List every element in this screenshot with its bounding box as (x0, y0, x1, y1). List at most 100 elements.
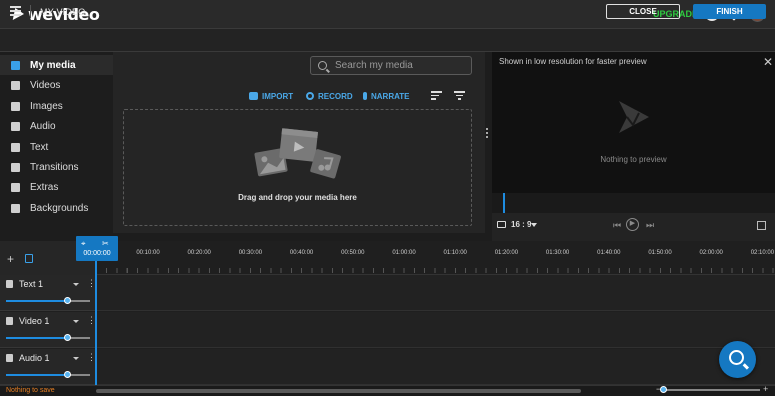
sidebar-item-transitions[interactable]: Transitions (0, 157, 113, 177)
timeline-tick-label: 01:30:00 (545, 250, 570, 256)
transitions-icon (11, 162, 20, 172)
track-lane[interactable] (96, 349, 775, 385)
project-title[interactable]: MY VIDEO (40, 7, 85, 17)
record-icon (306, 92, 314, 100)
sidebar-item-label: Backgrounds (30, 202, 89, 214)
sidebar-item-backgrounds[interactable]: Backgrounds (0, 198, 113, 218)
zoom-in-icon[interactable]: + (763, 384, 768, 394)
sidebar-item-text[interactable]: Text (0, 137, 113, 157)
volume-slider-rest (68, 337, 90, 339)
track-header[interactable]: Text 1 ⋮ (0, 275, 96, 311)
text-track-icon (6, 280, 13, 288)
volume-slider[interactable] (6, 374, 68, 376)
folder-icon (11, 60, 20, 70)
finish-button[interactable]: FINISH (693, 4, 766, 19)
search-icon (729, 350, 744, 365)
search-box[interactable] (310, 56, 472, 75)
timeline-tick-label: 01:50:00 (648, 250, 672, 256)
preview-empty-text: Nothing to preview (600, 155, 667, 164)
volume-knob[interactable] (64, 334, 71, 341)
timeline-tick-label: 00:50:00 (341, 250, 365, 256)
narrate-label: NARRATE (371, 91, 410, 101)
panel-resize-handle[interactable] (486, 128, 489, 138)
aspect-ratio-icon[interactable] (497, 221, 506, 228)
image-icon (11, 101, 20, 111)
track-name[interactable]: Audio 1 (19, 353, 50, 363)
aspect-ratio-select[interactable]: 16 : 9 (511, 220, 531, 229)
volume-slider[interactable] (6, 300, 68, 302)
microphone-icon (363, 92, 367, 100)
sidebar-item-label: Images (30, 100, 63, 112)
help-search-button[interactable] (719, 341, 756, 378)
sidebar-item-audio[interactable]: Audio (0, 116, 113, 136)
timeline-tick-label: 00:30:00 (238, 250, 263, 256)
volume-slider-rest (68, 300, 90, 302)
preview-note: Shown in low resolution for faster previ… (499, 57, 647, 66)
copy-icon[interactable] (25, 254, 33, 263)
timeline-tick-label: 00:10:00 (136, 250, 160, 256)
close-button[interactable]: CLOSE (606, 4, 680, 19)
skip-back-icon[interactable]: ⏮ (612, 220, 622, 230)
cloud-upload-icon (249, 92, 258, 100)
skip-forward-icon[interactable]: ⏭ (645, 220, 655, 230)
sidebar-item-videos[interactable]: Videos (0, 75, 113, 95)
timeline-tick-label: 00:40:00 (289, 250, 314, 256)
dropzone-text: Drag and drop your media here (238, 193, 357, 202)
hamburger-menu-icon[interactable] (10, 6, 21, 16)
sidebar-item-label: My media (30, 59, 76, 71)
sidebar-item-label: Transitions (30, 161, 79, 173)
record-button[interactable]: RECORD (306, 90, 353, 102)
scissors-icon[interactable]: ✂ (102, 239, 109, 248)
import-label: IMPORT (262, 91, 294, 101)
add-track-icon[interactable]: + (7, 252, 14, 266)
record-label: RECORD (318, 91, 353, 101)
volume-slider[interactable] (6, 337, 68, 339)
chevron-down-icon[interactable] (531, 223, 537, 227)
volume-knob[interactable] (64, 371, 71, 378)
volume-knob[interactable] (64, 297, 71, 304)
sidebar-item-extras[interactable]: Extras (0, 177, 113, 197)
volume-slider-rest (68, 374, 90, 376)
preview-playhead[interactable] (503, 193, 505, 213)
chevron-down-icon[interactable] (73, 283, 79, 286)
zoom-slider[interactable] (664, 389, 760, 391)
sort-icon[interactable] (431, 91, 442, 100)
narrate-button[interactable]: NARRATE (363, 90, 410, 102)
sidebar-item-my-media[interactable]: My media (0, 55, 113, 75)
horizontal-scrollbar[interactable] (96, 389, 581, 393)
timeline-tick-label: 01:20:00 (494, 250, 519, 256)
track-name[interactable]: Text 1 (19, 279, 43, 289)
media-stack-icon (254, 128, 341, 179)
close-icon[interactable]: ✕ (763, 55, 773, 69)
fullscreen-icon[interactable] (757, 221, 766, 230)
filter-icon[interactable] (454, 91, 465, 100)
zoom-slider-knob[interactable] (660, 386, 667, 393)
sidebar-item-images[interactable]: Images (0, 96, 113, 116)
divider (30, 5, 31, 18)
search-input[interactable] (335, 60, 465, 71)
video-icon (11, 80, 20, 90)
timeline-tick-label: 01:00:00 (392, 250, 416, 256)
track-header[interactable]: Audio 1 ⋮ (0, 349, 96, 385)
pin-icon[interactable]: ⌖ (81, 239, 86, 249)
smiley-icon (11, 182, 20, 192)
sidebar-item-label: Extras (30, 181, 59, 193)
chevron-down-icon[interactable] (73, 357, 79, 360)
timeline-tick-label: 02:00:00 (699, 250, 723, 256)
sidebar-item-label: Videos (30, 79, 61, 91)
sidebar-item-label: Audio (30, 120, 56, 132)
track-header[interactable]: Video 1 ⋮ (0, 312, 96, 348)
track-name[interactable]: Video 1 (19, 316, 49, 326)
ruler-ticks (96, 268, 775, 273)
project-bar (0, 29, 775, 52)
media-sidebar: My media Videos Images Audio Text Transitions… (0, 55, 113, 233)
track-lane[interactable] (96, 275, 775, 311)
chevron-down-icon[interactable] (73, 320, 79, 323)
playhead-line[interactable] (95, 261, 97, 385)
timeline-tick-label: 02:10:00 (750, 250, 775, 256)
play-icon[interactable]: ▶ (626, 218, 639, 231)
import-button[interactable]: IMPORT (249, 90, 293, 102)
track-lane[interactable] (96, 312, 775, 348)
text-icon (11, 142, 20, 152)
preview-scrubber[interactable] (492, 193, 775, 213)
